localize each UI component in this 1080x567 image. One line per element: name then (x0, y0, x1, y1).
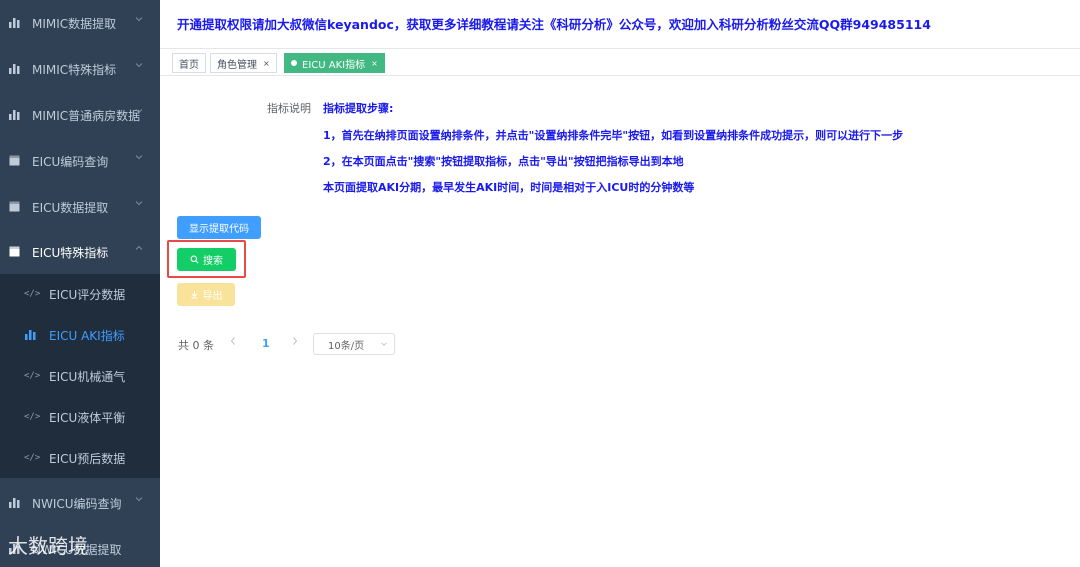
description-step-1: 1，首先在纳排页面设置纳排条件，并点击"设置纳排条件完毕"按钮，如看到设置纳排条… (323, 129, 904, 142)
sidebar-subitem-eicu-ventilation[interactable]: </> EICU机械通气 (0, 356, 160, 396)
chevron-left-icon[interactable] (229, 336, 237, 349)
page-size-value: 10条/页 (328, 340, 365, 352)
sidebar-subitem-eicu-aki[interactable]: EICU AKI指标 (0, 315, 160, 355)
code-icon: </> (24, 371, 41, 381)
sidebar-subitem-eicu-fluid[interactable]: </> EICU液体平衡 (0, 397, 160, 437)
export-button[interactable]: 导出 (177, 283, 235, 306)
chevron-down-icon (135, 201, 143, 206)
sidebar-item-label: EICU编码查询 (32, 154, 109, 169)
chevron-up-icon (135, 245, 143, 250)
chevron-down-icon (135, 497, 143, 502)
description-note: 本页面提取AKI分期，最早发生AKI时间，时间是相对于入ICU时的分钟数等 (323, 181, 695, 194)
sidebar-item-mimic-special[interactable]: MIMIC特殊指标 (0, 46, 160, 92)
sidebar-submenu: </> EICU评分数据 EICU AKI指标 </> EICU机械通气 </>… (0, 274, 160, 478)
chevron-right-icon[interactable] (291, 336, 299, 349)
show-code-label: 显示提取代码 (189, 224, 249, 235)
chevron-down-icon (135, 63, 143, 68)
active-dot-icon (291, 60, 297, 66)
sidebar-item-label: MIMIC特殊指标 (32, 62, 117, 77)
sidebar-subitem-eicu-score[interactable]: </> EICU评分数据 (0, 274, 160, 314)
code-icon: </> (24, 412, 41, 422)
sidebar-item-eicu-data[interactable]: EICU数据提取 (0, 184, 160, 230)
sidebar-subitem-label: EICU AKI指标 (49, 329, 125, 343)
search-label: 搜索 (203, 256, 223, 267)
notice-banner: 开通提取权限请加大叔微信keyandoc，获取更多详细教程请关注《科研分析》公众… (177, 17, 931, 32)
chevron-down-icon (135, 109, 143, 114)
sidebar-subitem-label: EICU机械通气 (49, 370, 126, 384)
tab-label: 首页 (179, 59, 199, 71)
sidebar-subitem-eicu-prognosis[interactable]: </> EICU预后数据 (0, 438, 160, 478)
description-title: 指标提取步骤: (323, 102, 394, 115)
bar-chart-icon (9, 18, 20, 28)
show-code-button[interactable]: 显示提取代码 (177, 216, 261, 239)
search-button[interactable]: 搜索 (177, 248, 236, 271)
bar-chart-icon (9, 498, 20, 508)
sidebar-item-label: NWICU编码查询 (32, 496, 122, 511)
tags-view: 首页 角色管理 × EICU AKI指标 × (160, 48, 1080, 76)
chevron-down-icon (135, 17, 143, 22)
document-icon (9, 201, 20, 212)
sidebar-item-eicu-code[interactable]: EICU编码查询 (0, 138, 160, 184)
chevron-down-icon (135, 155, 143, 160)
sidebar-item-nwicu-code[interactable]: NWICU编码查询 (0, 480, 160, 526)
sidebar-item-label: MIMIC普通病房数据 (32, 108, 141, 123)
search-icon (190, 255, 199, 264)
code-icon: </> (24, 453, 41, 463)
pagination-page-number[interactable]: 1 (262, 337, 270, 350)
chevron-down-icon (381, 342, 387, 346)
sidebar-item-label: EICU特殊指标 (32, 245, 109, 260)
sidebar-item-label: MIMIC数据提取 (32, 16, 117, 31)
export-label: 导出 (202, 291, 223, 302)
sidebar-subitem-label: EICU预后数据 (49, 452, 126, 466)
bar-chart-icon (25, 330, 36, 340)
description-label: 指标说明 (267, 102, 311, 115)
pagination-total: 共 0 条 (178, 339, 214, 352)
watermark: 大数跨境 (8, 534, 88, 558)
download-icon (190, 290, 198, 299)
document-icon (9, 155, 20, 166)
tab-home[interactable]: 首页 (172, 53, 206, 73)
page-size-select[interactable]: 10条/页 (313, 333, 395, 355)
description-step-2: 2，在本页面点击"搜索"按钮提取指标，点击"导出"按钮把指标导出到本地 (323, 155, 684, 168)
close-icon[interactable]: × (263, 59, 270, 68)
sidebar-subitem-label: EICU评分数据 (49, 288, 126, 302)
sidebar-item-mimic-data[interactable]: MIMIC数据提取 (0, 0, 160, 46)
tab-eicu-aki[interactable]: EICU AKI指标 × (284, 53, 385, 73)
tab-label: EICU AKI指标 (302, 59, 366, 71)
tab-label: 角色管理 (217, 59, 257, 71)
sidebar-item-eicu-special[interactable]: EICU特殊指标 (0, 229, 160, 275)
document-icon (9, 246, 20, 257)
tab-role-management[interactable]: 角色管理 × (210, 53, 277, 73)
bar-chart-icon (9, 64, 20, 74)
sidebar: MIMIC数据提取 MIMIC特殊指标 MIMIC普通病房数据 EICU编码查询… (0, 0, 160, 567)
bar-chart-icon (9, 110, 20, 120)
sidebar-subitem-label: EICU液体平衡 (49, 411, 126, 425)
sidebar-item-label: EICU数据提取 (32, 200, 109, 215)
close-icon[interactable]: × (371, 59, 378, 68)
sidebar-item-mimic-ward[interactable]: MIMIC普通病房数据 (0, 92, 160, 138)
code-icon: </> (24, 289, 41, 299)
